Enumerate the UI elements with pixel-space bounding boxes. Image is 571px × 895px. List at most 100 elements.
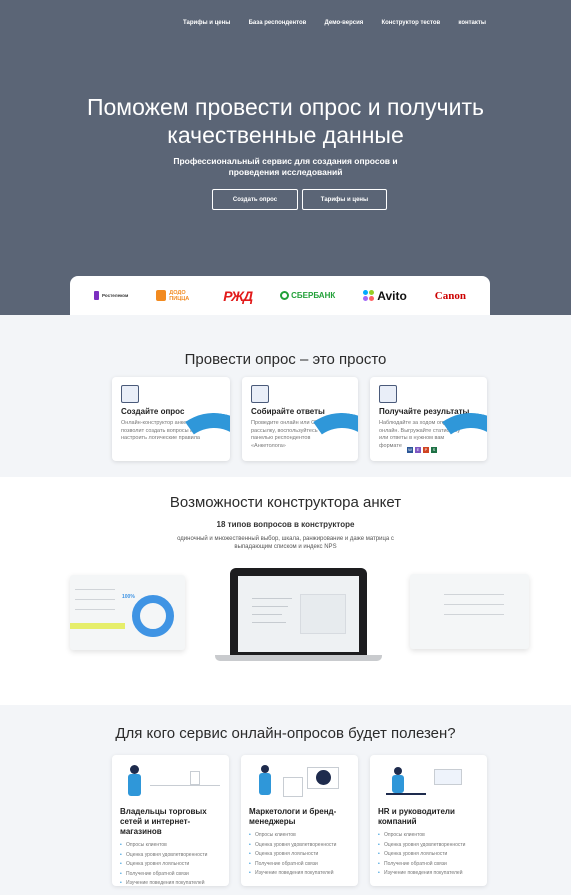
client-logos: Ростелеком ДОДО ПИЦЦА РЖД СБЕРБАНК Avito…: [70, 276, 490, 315]
percent-label: 100%: [122, 594, 135, 600]
list-item: Опросы клиентов: [120, 841, 221, 851]
list-item: Оценка уровня лояльности: [120, 860, 221, 870]
list-item: Оценка уровня лояльности: [249, 850, 350, 860]
divider: [75, 599, 115, 600]
highlight-bar: [70, 623, 125, 629]
rostelecom-logo: Ростелеком: [93, 291, 129, 300]
desk: [386, 793, 426, 795]
audience-card-title: HR и руководители компаний: [378, 807, 455, 826]
marketing-illustration: [249, 763, 350, 803]
audience-card-list: Опросы клиентов Оценка уровня удовлетвор…: [378, 831, 479, 879]
simple-section: Провести опрос – это просто Создайте опр…: [0, 315, 571, 477]
list-item: Получение обратной связи: [249, 860, 350, 870]
divider: [252, 606, 288, 607]
divider: [252, 614, 282, 615]
dodo-logo-text: ДОДО ПИЦЦА: [169, 289, 190, 302]
hero-subtitle-line1: Профессиональный сервис для создания опр…: [173, 156, 398, 166]
divider: [444, 614, 504, 615]
nav-tests-link[interactable]: Конструктор тестов: [381, 20, 440, 26]
hero-title-line2: качественные данные: [167, 122, 404, 148]
donut-chart: [132, 595, 174, 637]
laptop-base: [215, 655, 382, 661]
create-survey-button[interactable]: Создать опрос: [212, 189, 298, 210]
dodo-logo: ДОДО ПИЦЦА: [156, 290, 195, 302]
nav-contacts-link[interactable]: контакты: [458, 20, 486, 26]
top-nav: Тарифы и цены База респондентов Демо-вер…: [183, 20, 486, 26]
audience-title: Для кого сервис онлайн-опросов будет пол…: [115, 725, 456, 742]
chart-board: [283, 777, 303, 797]
audience-card-title: Владельцы торговых сетей и интернет-мага…: [120, 807, 207, 836]
audience-card-hr: HR и руководители компаний Опросы клиент…: [370, 755, 487, 886]
features-desc-line2: выпадающим списком и индекс NPS: [234, 544, 337, 550]
audience-card-title: Маркетологи и бренд-менеджеры: [249, 807, 337, 826]
avito-logo-text: Avito: [377, 288, 407, 303]
divider: [444, 604, 504, 605]
divider: [252, 622, 286, 623]
image-placeholder: [300, 594, 346, 634]
list-item: Изучение поведения покупателей: [378, 869, 479, 879]
excel-icon: E: [415, 447, 421, 453]
person-icon: [130, 765, 139, 774]
sberbank-logo: СБЕРБАНК: [280, 291, 335, 300]
list-item: Получение обратной связи: [120, 870, 221, 880]
laptop-screen: [230, 568, 367, 656]
person-icon: [394, 767, 402, 775]
person-body: [392, 775, 404, 793]
list-item: Изучение поведения покупателей: [120, 879, 221, 889]
person-body: [128, 774, 141, 796]
chart-icon: [379, 385, 397, 403]
rostelecom-logo-text: Ростелеком: [101, 293, 129, 298]
list-item: Оценка уровня удовлетворенности: [378, 841, 479, 851]
tariffs-button[interactable]: Тарифы и цены: [302, 189, 387, 210]
sberbank-logo-text: СБЕРБАНК: [291, 291, 336, 300]
monitor-icon: [434, 769, 462, 785]
search-icon: [251, 385, 269, 403]
list-item: Получение обратной связи: [378, 860, 479, 870]
audience-card-marketing: Маркетологи и бренд-менеджеры Опросы кли…: [241, 755, 358, 886]
avito-logo: Avito: [363, 289, 407, 303]
features-subtitle: 18 типов вопросов в конструкторе: [216, 520, 355, 529]
step-card-results: Получайте результаты Наблюдайте за ходом…: [370, 377, 487, 461]
hero-section: Тарифы и цены База респондентов Демо-вер…: [0, 0, 571, 315]
list-item: Оценка уровня удовлетворенности: [120, 851, 221, 861]
hero-title-line1: Поможем провести опрос и получить: [86, 94, 485, 120]
step-card-create: Создайте опрос Онлайн-конструктор анкет …: [112, 377, 230, 461]
audience-card-list: Опросы клиентов Оценка уровня удовлетвор…: [120, 841, 221, 889]
list-item: Опросы клиентов: [378, 831, 479, 841]
canon-logo: Canon: [434, 289, 466, 302]
pie-chart-icon: [316, 770, 331, 785]
rzd-logo: РЖД: [223, 287, 253, 304]
hero-subtitle: Профессиональный сервис для создания опр…: [0, 156, 571, 178]
divider: [75, 609, 115, 610]
features-desc-line1: одиночный и множественный выбор, шкала, …: [177, 536, 394, 542]
simple-section-title: Провести опрос – это просто: [184, 351, 387, 368]
laptop-screen-content: [238, 576, 359, 652]
hr-illustration: [378, 763, 479, 803]
hero-subtitle-line2: проведения исследований: [228, 167, 343, 177]
list-item: Изучение поведения покупателей: [249, 869, 350, 879]
step-card-collect: Собирайте ответы Проведите онлайн или СМ…: [242, 377, 358, 461]
form-icon: [121, 385, 139, 403]
shelf-box: [190, 771, 200, 785]
list-item: Опросы клиентов: [249, 831, 350, 841]
features-desc: одиночный и множественный выбор, шкала, …: [0, 535, 571, 551]
divider: [252, 598, 292, 599]
preview-panel-left: 100%: [70, 575, 185, 650]
nav-tariffs-link[interactable]: Тарифы и цены: [183, 20, 230, 26]
retail-illustration: [120, 763, 221, 803]
features-title: Возможности конструктора анкет: [169, 494, 402, 511]
nav-demo-link[interactable]: Демо-версия: [325, 20, 364, 26]
divider: [444, 594, 504, 595]
person-body: [259, 773, 271, 795]
audience-card-retail: Владельцы торговых сетей и интернет-мага…: [112, 755, 229, 889]
shelf-line: [150, 785, 220, 786]
list-item: Оценка уровня лояльности: [378, 850, 479, 860]
person-icon: [261, 765, 269, 773]
nav-respondents-link[interactable]: База респондентов: [249, 20, 307, 26]
audience-card-list: Опросы клиентов Оценка уровня удовлетвор…: [249, 831, 350, 879]
divider: [75, 589, 115, 590]
preview-panel-right: [410, 574, 529, 649]
list-item: Оценка уровня удовлетворенности: [249, 841, 350, 851]
hero-title: Поможем провести опрос и получить качест…: [0, 93, 571, 149]
word-icon: W: [407, 447, 413, 453]
